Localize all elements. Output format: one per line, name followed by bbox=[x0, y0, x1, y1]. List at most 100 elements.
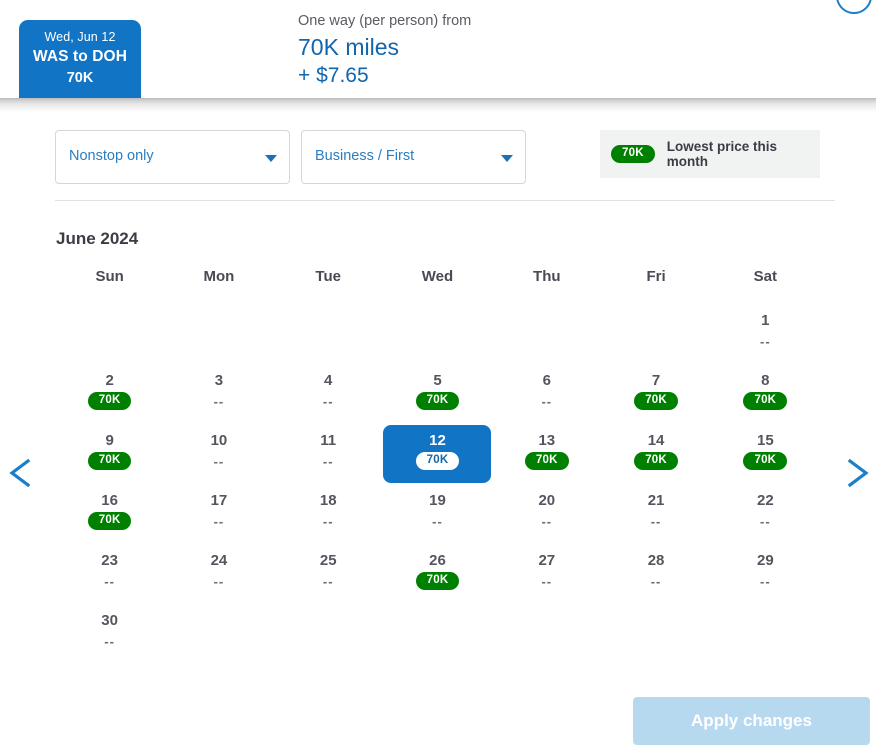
calendar-price-badge: 70K bbox=[87, 392, 132, 410]
weekday-label-sat: Sat bbox=[753, 268, 778, 285]
calendar-no-price: -- bbox=[213, 454, 225, 469]
calendar-no-price: -- bbox=[104, 634, 115, 649]
calendar-day-number: 4 bbox=[324, 372, 333, 389]
calendar-day-cell[interactable]: 28 -- bbox=[601, 545, 710, 605]
calendar-price-badge: 70K bbox=[634, 452, 678, 470]
calendar-day-cell[interactable]: 9 70K bbox=[55, 425, 164, 485]
calendar-day-cell[interactable]: 2 70K bbox=[55, 365, 164, 425]
calendar-no-price: -- bbox=[541, 514, 553, 529]
next-month-button[interactable] bbox=[840, 455, 874, 491]
calendar-day-cell[interactable]: 1 -- bbox=[711, 305, 820, 365]
calendar-day-number: 6 bbox=[542, 372, 551, 389]
section-divider bbox=[55, 200, 835, 201]
calendar-price-badge: 70K bbox=[743, 392, 788, 410]
chevron-down-icon bbox=[501, 155, 513, 162]
header-shadow-divider bbox=[0, 98, 876, 112]
price-taxes: + $7.65 bbox=[298, 64, 369, 87]
stops-filter-dropdown[interactable]: Nonstop only bbox=[55, 130, 290, 184]
calendar-day-cell[interactable]: 16 70K bbox=[55, 485, 164, 545]
weekday-label-wed: Wed bbox=[421, 268, 454, 285]
calendar-day-cell[interactable]: 6 -- bbox=[492, 365, 601, 425]
calendar-price-badge: 70K bbox=[524, 452, 569, 470]
calendar-day-cell[interactable]: 26 70K bbox=[383, 545, 492, 605]
trip-tab-card[interactable]: Wed, Jun 12 WAS to DOH 70K bbox=[19, 20, 141, 98]
calendar-day-cell[interactable]: 22 -- bbox=[711, 485, 820, 545]
calendar-day-number: 25 bbox=[319, 552, 337, 569]
calendar-no-price: -- bbox=[760, 334, 771, 349]
calendar-no-price: -- bbox=[322, 394, 334, 409]
calendar-day-cell[interactable]: 19 -- bbox=[383, 485, 492, 545]
calendar-price-badge: 70K bbox=[415, 452, 460, 470]
price-summary: One way (per person) from 70K miles + $7… bbox=[298, 10, 598, 90]
calendar-no-price: -- bbox=[322, 574, 334, 589]
calendar-price-badge: 70K bbox=[415, 572, 460, 590]
calendar-price-badge: 70K bbox=[87, 512, 132, 530]
calendar-day-cell[interactable]: 15 70K bbox=[711, 425, 820, 485]
calendar-day-cell[interactable]: 24 -- bbox=[164, 545, 273, 605]
chevron-left-icon bbox=[9, 458, 31, 488]
apply-changes-button[interactable]: Apply changes bbox=[633, 697, 870, 745]
calendar-day-cell[interactable]: 5 70K bbox=[383, 365, 492, 425]
weekday-label-tue: Tue bbox=[315, 268, 341, 285]
calendar-no-price: -- bbox=[322, 454, 334, 469]
calendar-no-price: -- bbox=[104, 574, 115, 589]
calendar-day-cell[interactable]: 23 -- bbox=[55, 545, 164, 605]
calendar-day-cell[interactable]: 29 -- bbox=[711, 545, 820, 605]
calendar-day-cell[interactable]: 7 70K bbox=[601, 365, 710, 425]
calendar-no-price: -- bbox=[760, 574, 771, 589]
calendar-day-number: 7 bbox=[651, 372, 661, 389]
calendar-month-title: June 2024 bbox=[56, 229, 139, 248]
calendar-week-row: 2 70K 3 -- 4 -- 5 70K 6 -- 7 70K 8 70K bbox=[55, 365, 820, 425]
calendar-day-number: 22 bbox=[757, 492, 774, 509]
calendar-day-cell[interactable]: 12 70K bbox=[383, 425, 492, 483]
calendar-day-empty bbox=[383, 605, 492, 665]
calendar-day-number: 15 bbox=[757, 432, 774, 449]
calendar-no-price: -- bbox=[432, 514, 443, 529]
price-caption: One way (per person) from bbox=[298, 13, 472, 29]
lowest-price-legend: 70K Lowest price this month bbox=[600, 130, 820, 178]
calendar-day-empty bbox=[601, 605, 710, 665]
calendar-week-row: 16 70K 17 -- 18 -- 19 -- 20 -- 21 -- 22 -- bbox=[55, 485, 820, 545]
weekday-label-sun: Sun bbox=[95, 268, 124, 285]
calendar-day-number: 8 bbox=[761, 372, 770, 389]
calendar-no-price: -- bbox=[322, 514, 334, 529]
calendar-day-number: 10 bbox=[210, 432, 228, 449]
cabin-filter-dropdown[interactable]: Business / First bbox=[301, 130, 526, 184]
calendar-day-empty bbox=[383, 305, 492, 365]
calendar-day-cell[interactable]: 14 70K bbox=[601, 425, 710, 485]
calendar-day-cell[interactable]: 21 -- bbox=[601, 485, 710, 545]
calendar-weekday-header: Sun Mon Tue Wed Thu Fri Sat bbox=[55, 268, 820, 285]
calendar-price-badge: 70K bbox=[415, 392, 460, 410]
calendar-day-cell[interactable]: 27 -- bbox=[492, 545, 601, 605]
calendar-no-price: -- bbox=[213, 394, 225, 409]
calendar-day-number: 2 bbox=[105, 372, 114, 389]
calendar-day-cell[interactable]: 13 70K bbox=[492, 425, 601, 485]
calendar-day-cell[interactable]: 4 -- bbox=[274, 365, 383, 425]
calendar-day-empty bbox=[492, 305, 601, 365]
calendar-day-number: 26 bbox=[429, 552, 446, 569]
calendar-day-cell[interactable]: 17 -- bbox=[164, 485, 273, 545]
calendar-day-cell[interactable]: 8 70K bbox=[711, 365, 820, 425]
calendar-day-number: 21 bbox=[647, 492, 665, 509]
calendar-day-empty bbox=[601, 305, 710, 365]
calendar-price-badge: 70K bbox=[634, 392, 678, 410]
calendar-day-number: 14 bbox=[647, 432, 665, 449]
calendar-no-price: -- bbox=[213, 514, 225, 529]
calendar-week-row: 9 70K 10 -- 11 -- 12 70K 13 70K 14 70K 15 70K bbox=[55, 425, 820, 485]
calendar-day-cell[interactable]: 10 -- bbox=[164, 425, 273, 485]
calendar-day-cell[interactable]: 25 -- bbox=[274, 545, 383, 605]
trip-tab-miles: 70K bbox=[66, 70, 94, 86]
calendar-day-cell[interactable]: 20 -- bbox=[492, 485, 601, 545]
calendar-day-cell[interactable]: 18 -- bbox=[274, 485, 383, 545]
calendar-day-number: 23 bbox=[101, 552, 118, 569]
previous-month-button[interactable] bbox=[4, 455, 38, 491]
calendar-day-cell[interactable]: 30 -- bbox=[55, 605, 164, 665]
calendar-day-empty bbox=[164, 605, 273, 665]
calendar-day-number: 30 bbox=[101, 612, 118, 629]
calendar-day-cell[interactable]: 3 -- bbox=[164, 365, 273, 425]
calendar-day-number: 28 bbox=[647, 552, 665, 569]
calendar-price-badge: 70K bbox=[743, 452, 788, 470]
calendar-day-cell[interactable]: 11 -- bbox=[274, 425, 383, 485]
calendar-day-number: 1 bbox=[761, 312, 770, 329]
calendar-day-empty bbox=[274, 605, 383, 665]
